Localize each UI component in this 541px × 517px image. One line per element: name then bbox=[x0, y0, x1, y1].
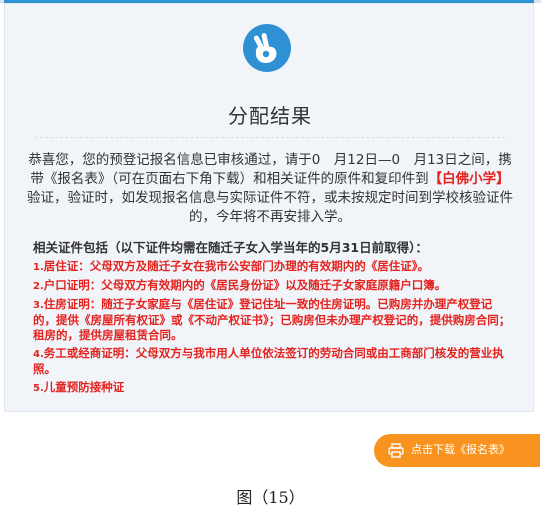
result-card: 分配结果 恭喜您，您的预登记报名信息已审核通过，请于0 月12日—0 月13日之… bbox=[4, 3, 534, 412]
item-number: 2. bbox=[33, 281, 44, 292]
school-name: 【白佛小学】 bbox=[428, 171, 510, 187]
item-text: 务工或经商证明：父母双方与我市用人单位依法签订的劳动合同或由工商部门核发的营业执… bbox=[33, 346, 504, 376]
item-number: 4. bbox=[33, 349, 44, 360]
divider bbox=[35, 137, 505, 138]
item-number: 5. bbox=[33, 383, 44, 394]
figure-caption: 图（15） bbox=[236, 488, 305, 507]
list-item: 3.住房证明：随迁子女家庭与《居住证》登记住址一致的住房证明。已购房并办理产权登… bbox=[33, 297, 513, 343]
item-text: 户口证明：父母双方有效期内的《居民身份证》以及随迁子女家庭原籍户口簿。 bbox=[43, 278, 447, 292]
item-number: 1. bbox=[33, 262, 44, 273]
list-item: 5.儿童预防接种证 bbox=[33, 380, 513, 396]
documents-header: 相关证件包括（以下证件均需在随迁子女入学当年的5月31日前取得）： bbox=[33, 240, 428, 255]
result-title: 分配结果 bbox=[228, 104, 312, 128]
item-text: 儿童预防接种证 bbox=[43, 380, 125, 394]
required-documents: 相关证件包括（以下证件均需在随迁子女入学当年的5月31日前取得）： 1.居住证：… bbox=[33, 239, 513, 399]
printer-icon bbox=[388, 443, 404, 462]
message-text-post: 验证，验证时，如发现报名信息与实际证件不符，或未按规定时间到学校核验证件的，今年… bbox=[27, 190, 513, 225]
list-item: 2.户口证明：父母双方有效期内的《居民身份证》以及随迁子女家庭原籍户口簿。 bbox=[33, 278, 513, 294]
item-text: 居住证：父母双方及随迁子女在我市公安部门办理的有效期内的《居住证》。 bbox=[43, 259, 430, 273]
download-form-button[interactable]: 点击下载《报名表》 bbox=[374, 434, 540, 467]
list-item: 1.居住证：父母双方及随迁子女在我市公安部门办理的有效期内的《居住证》。 bbox=[33, 259, 513, 275]
list-item: 4.务工或经商证明：父母双方与我市用人单位依法签订的劳动合同或由工商部门核发的营… bbox=[33, 346, 513, 377]
hand-icon bbox=[243, 24, 291, 72]
download-button-label: 点击下载《报名表》 bbox=[411, 443, 510, 456]
result-message: 恭喜您，您的预登记报名信息已审核通过，请于0 月12日—0 月13日之间，携带《… bbox=[27, 151, 513, 227]
item-number: 3. bbox=[33, 300, 44, 311]
item-text: 住房证明：随迁子女家庭与《居住证》登记住址一致的住房证明。已购房并办理产权登记的… bbox=[33, 297, 511, 342]
